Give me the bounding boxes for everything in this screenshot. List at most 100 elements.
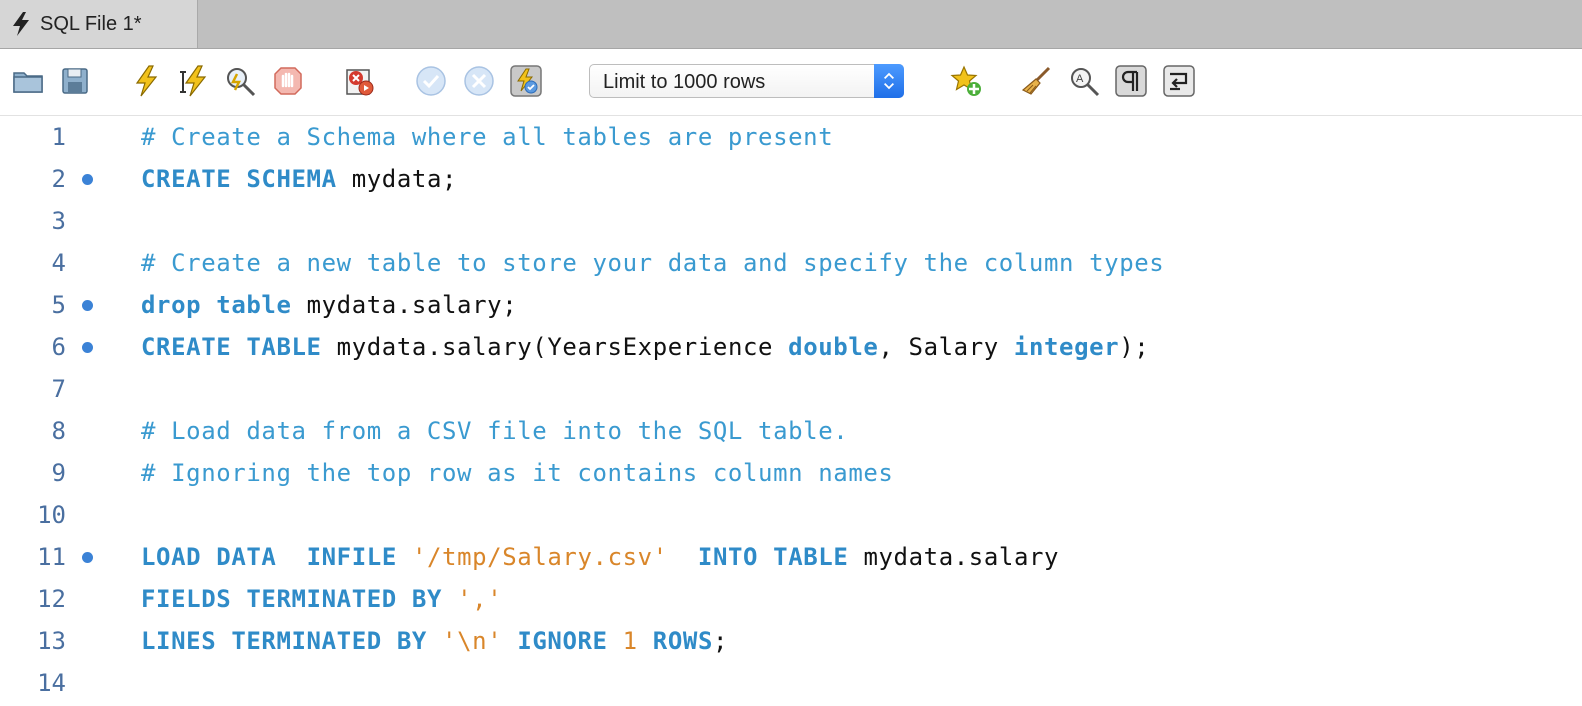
commit-button[interactable] [413,63,449,99]
identifier-token: mydata.salary(YearsExperience [321,333,789,361]
identifier-token [427,627,442,655]
autocommit-icon [510,65,542,97]
string-token: ',' [457,585,503,613]
punctuation-token: ; [502,291,518,319]
x-circle-icon [464,66,494,96]
identifier-token: , Salary [878,333,1014,361]
keyword-token: double [788,333,879,361]
code-line: 12 FIELDS TERMINATED BY ',' [0,578,1582,620]
code-line: 6 CREATE TABLE mydata.salary(YearsExperi… [0,326,1582,368]
code-line: 2 CREATE SCHEMA mydata; [0,158,1582,200]
keyword-token: SCHEMA [246,165,337,193]
select-arrows-icon [874,64,904,98]
line-number: 7 [51,375,66,403]
punctuation-token: ; [442,165,458,193]
punctuation-token: ; [713,627,729,655]
tab-title: SQL File 1* [40,12,142,35]
folder-icon [13,72,43,93]
limit-rows-select[interactable]: Limit to 1000 rows [589,64,904,98]
keyword-token: IGNORE [517,627,608,655]
explain-button[interactable] [222,63,258,99]
keyword-token: LINES [141,627,217,655]
find-icon: A [1071,68,1100,97]
keyword-token: CREATE [141,333,232,361]
string-token: '\n' [442,627,503,655]
stop-button[interactable] [270,63,306,99]
line-number: 8 [51,417,66,445]
keyword-token: TERMINATED [231,627,382,655]
code-line: 8 # Load data from a CSV file into the S… [0,410,1582,452]
line-number: 1 [51,123,66,151]
statement-marker [82,552,93,563]
statement-marker [82,342,93,353]
save-button[interactable] [57,63,93,99]
comment-token: # Create a new table to store your data … [141,249,1165,277]
identifier-token [231,165,246,193]
autocommit-toggle[interactable] [508,63,544,99]
keyword-token: drop [141,291,202,319]
line-number: 11 [37,543,66,571]
code-text: LINES TERMINATED BY '\n' IGNORE 1 ROWS; [141,627,728,655]
editor-toolbar: Limit to 1000 rows A [0,49,1582,116]
magnifier-lightning-icon [227,68,256,97]
identifier-token [382,627,397,655]
limit-rows-value: Limit to 1000 rows [603,71,766,93]
execute-button[interactable] [128,63,164,99]
punctuation-token: ); [1119,333,1150,361]
lightning-icon [135,65,158,97]
keyword-token: DATA [216,543,277,571]
lightning-icon [10,11,32,37]
line-number: 2 [51,165,66,193]
broom-icon [1021,66,1051,95]
identifier-token: mydata [336,165,443,193]
keyword-token: ROWS [652,627,713,655]
statement-marker [82,300,93,311]
code-text: drop table mydata.salary; [141,291,517,319]
keyword-token: INTO [697,543,759,571]
keyword-token: table [216,291,292,319]
code-text: CREATE TABLE mydata.salary(YearsExperien… [141,333,1149,361]
keyword-token: integer [1013,333,1120,361]
code-line: 9 # Ignoring the top row as it contains … [0,452,1582,494]
identifier-token [397,543,412,571]
identifier-token [231,585,246,613]
identifier-token: mydata.salary [291,291,503,319]
star-plus-icon [950,65,981,96]
keyword-token: FIELDS [141,585,232,613]
rollback-button[interactable] [461,63,497,99]
keyword-token: TABLE [773,543,849,571]
open-file-button[interactable] [10,63,46,99]
lightning-cursor-icon [180,65,207,97]
code-line: 14 [0,662,1582,704]
pilcrow-icon [1115,65,1147,97]
comment-token: # Load data from a CSV file into the SQL… [141,417,849,445]
line-number: 13 [37,627,66,655]
identifier-token [608,627,623,655]
keyword-token: BY [396,627,427,655]
word-wrap-toggle[interactable] [1161,63,1197,99]
code-text: # Ignoring the top row as it contains co… [141,459,893,487]
line-number: 10 [37,501,66,529]
code-text: FIELDS TERMINATED BY ',' [141,585,502,613]
keyword-token: INFILE [306,543,397,571]
sql-editor[interactable]: 1 # Create a Schema where all tables are… [0,116,1582,706]
add-snippet-button[interactable] [948,63,984,99]
code-line: 7 [0,368,1582,410]
code-line: 13 LINES TERMINATED BY '\n' IGNORE 1 ROW… [0,620,1582,662]
beautify-button[interactable] [1018,63,1054,99]
invisible-chars-toggle[interactable] [1113,63,1149,99]
keyword-token: TERMINATED [246,585,397,613]
execute-current-button[interactable] [175,63,211,99]
identifier-token [397,585,412,613]
line-number: 5 [51,291,66,319]
code-text: # Load data from a CSV file into the SQL… [141,417,848,445]
tab-sql-file[interactable]: SQL File 1* [0,0,198,48]
statement-marker [82,174,93,185]
find-replace-button[interactable]: A [1066,63,1102,99]
keyword-token: BY [411,585,443,613]
stop-on-error-button[interactable] [342,63,378,99]
code-line: 5 drop table mydata.salary; [0,284,1582,326]
identifier-token [638,627,653,655]
line-number: 6 [51,333,66,361]
code-line: 11 LOAD DATA INFILE '/tmp/Salary.csv' IN… [0,536,1582,578]
